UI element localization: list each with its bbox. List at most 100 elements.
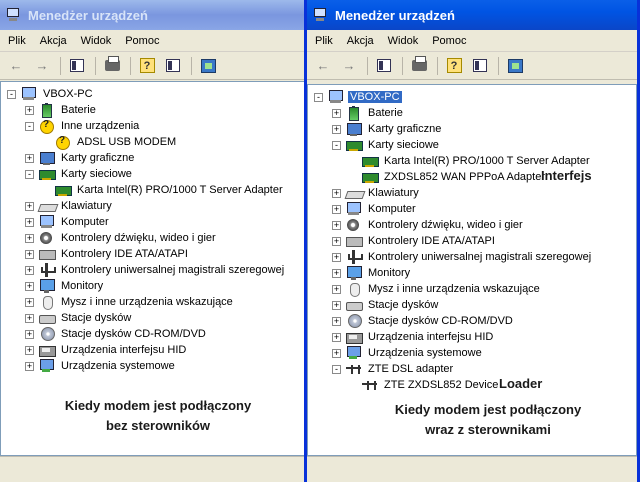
expand-icon[interactable]: + <box>332 204 341 214</box>
collapse-icon[interactable]: - <box>314 92 323 102</box>
tree-item-label: Karta Intel(R) PRO/1000 T Server Adapter <box>77 184 283 196</box>
tree-item[interactable]: ADSL USB MODEM <box>41 134 178 150</box>
tree-item[interactable]: + Klawiatury <box>25 198 114 214</box>
collapse-icon[interactable]: - <box>25 169 34 179</box>
properties-icon[interactable] <box>470 57 490 75</box>
expand-icon[interactable]: + <box>332 108 341 118</box>
keyboard-icon <box>39 199 55 213</box>
menu-file[interactable]: Plik <box>315 35 333 47</box>
expand-icon[interactable]: + <box>332 236 341 246</box>
expand-icon[interactable]: + <box>332 252 341 262</box>
expand-icon[interactable]: + <box>25 297 34 307</box>
scan-hardware-icon[interactable] <box>505 57 525 75</box>
menu-action[interactable]: Akcja <box>347 35 374 47</box>
title-bar[interactable]: Menedżer urządzeń <box>0 0 305 30</box>
expand-icon[interactable]: + <box>25 105 34 115</box>
expand-icon[interactable]: + <box>332 124 341 134</box>
collapse-icon[interactable]: - <box>332 364 341 374</box>
expand-icon[interactable]: + <box>332 316 341 326</box>
display-adapter-icon <box>346 122 362 136</box>
help-icon[interactable]: ? <box>444 57 464 75</box>
back-arrow-icon[interactable]: ← <box>313 57 333 75</box>
expand-icon[interactable]: + <box>332 188 341 198</box>
collapse-icon[interactable]: - <box>332 140 341 150</box>
tree-item[interactable]: + Stacje dysków CD-ROM/DVD <box>25 326 208 342</box>
menu-help[interactable]: Pomoc <box>432 35 466 47</box>
tree-item[interactable]: + Karty graficzne <box>332 121 443 137</box>
tree-item[interactable]: - ZTE DSL adapter <box>332 361 455 377</box>
print-icon[interactable] <box>102 56 122 75</box>
tree-item[interactable]: ZXDSL852 WAN PPPoA Adapter <box>348 169 547 185</box>
tree-item[interactable]: + Klawiatury <box>332 185 421 201</box>
menu-file[interactable]: Plik <box>8 35 26 47</box>
tree-item[interactable]: + Baterie <box>25 102 98 118</box>
tree-item[interactable]: + Baterie <box>332 105 405 121</box>
collapse-icon[interactable]: - <box>7 89 16 99</box>
back-arrow-icon[interactable]: ← <box>6 57 26 75</box>
expand-icon[interactable]: + <box>332 284 341 294</box>
tree-item[interactable]: Karta Intel(R) PRO/1000 T Server Adapter <box>41 182 285 198</box>
tree-item[interactable]: + Komputer <box>25 214 111 230</box>
tree-item[interactable]: - Karty sieciowe <box>332 137 441 153</box>
expand-icon[interactable]: + <box>25 265 34 275</box>
collapse-icon[interactable]: - <box>25 121 34 131</box>
tree-item[interactable]: + Kontrolery IDE ATA/ATAPI <box>332 233 497 249</box>
expand-icon[interactable]: + <box>25 281 34 291</box>
scan-hardware-icon[interactable] <box>198 57 218 75</box>
tree-item[interactable]: - VBOX-PC <box>7 86 95 102</box>
tree-item[interactable]: + Kontrolery uniwersalnej magistrali szer… <box>332 249 593 265</box>
expand-icon[interactable]: + <box>25 249 34 259</box>
tree-item[interactable]: + Kontrolery dźwięku, wideo i gier <box>25 230 218 246</box>
tree-item[interactable]: - Inne urządzenia <box>25 118 141 134</box>
tree-item[interactable]: + Kontrolery uniwersalnej magistrali szer… <box>25 262 286 278</box>
expand-icon[interactable]: + <box>25 153 34 163</box>
expand-icon[interactable]: + <box>25 233 34 243</box>
expand-icon[interactable]: + <box>332 332 341 342</box>
tree-item[interactable]: + Urządzenia interfejsu HID <box>25 342 188 358</box>
expand-icon[interactable]: + <box>332 300 341 310</box>
status-bar <box>307 456 637 482</box>
menu-view[interactable]: Widok <box>388 35 419 47</box>
forward-arrow-icon[interactable]: → <box>339 57 359 75</box>
help-icon[interactable]: ? <box>137 57 157 75</box>
tree-item[interactable]: - Karty sieciowe <box>25 166 134 182</box>
tree-item[interactable]: + Urządzenia systemowe <box>332 345 484 361</box>
expand-icon[interactable]: + <box>332 348 341 358</box>
tree-item[interactable]: + Stacje dysków <box>25 310 133 326</box>
expand-icon[interactable]: + <box>25 345 34 355</box>
forward-arrow-icon[interactable]: → <box>32 57 52 75</box>
tree-item[interactable]: + Stacje dysków <box>332 297 440 313</box>
tree-item[interactable]: + Stacje dysków CD-ROM/DVD <box>332 313 515 329</box>
tree-item[interactable]: ZTE ZXDSL852 Device <box>348 377 500 393</box>
tree-item[interactable]: + Kontrolery dźwięku, wideo i gier <box>332 217 525 233</box>
tree-item[interactable]: + Mysz i inne urządzenia wskazujące <box>25 294 235 310</box>
title-bar[interactable]: Menedżer urządzeń <box>307 0 637 30</box>
menu-action[interactable]: Akcja <box>40 35 67 47</box>
expand-icon[interactable]: + <box>25 217 34 227</box>
tree-item[interactable]: Karta Intel(R) PRO/1000 T Server Adapter <box>348 153 592 169</box>
computer-icon <box>21 87 37 101</box>
tree-item[interactable]: + Kontrolery IDE ATA/ATAPI <box>25 246 190 262</box>
tree-item[interactable]: + Urządzenia interfejsu HID <box>332 329 495 345</box>
tree-item[interactable]: + Monitory <box>25 278 105 294</box>
menu-help[interactable]: Pomoc <box>125 35 159 47</box>
caption-right-line2: wraz z sterownikami <box>425 422 551 437</box>
tree-item[interactable]: - VBOX-PC <box>314 89 402 105</box>
print-icon[interactable] <box>409 56 429 75</box>
menu-view[interactable]: Widok <box>81 35 112 47</box>
expand-icon[interactable]: + <box>25 361 34 371</box>
expand-icon[interactable]: + <box>332 268 341 278</box>
expand-icon[interactable]: + <box>25 329 34 339</box>
tree-item[interactable]: + Komputer <box>332 201 418 217</box>
show-hide-console-tree-icon[interactable] <box>374 57 394 75</box>
properties-icon[interactable] <box>163 57 183 75</box>
tree-item[interactable]: + Urządzenia systemowe <box>25 358 177 374</box>
tree-item[interactable]: + Karty graficzne <box>25 150 136 166</box>
expand-icon[interactable]: + <box>25 201 34 211</box>
show-hide-console-tree-icon[interactable] <box>67 57 87 75</box>
tree-item[interactable]: + Monitory <box>332 265 412 281</box>
network-adapter-icon <box>346 138 363 152</box>
expand-icon[interactable]: + <box>332 220 341 230</box>
tree-item[interactable]: + Mysz i inne urządzenia wskazujące <box>332 281 542 297</box>
expand-icon[interactable]: + <box>25 313 34 323</box>
